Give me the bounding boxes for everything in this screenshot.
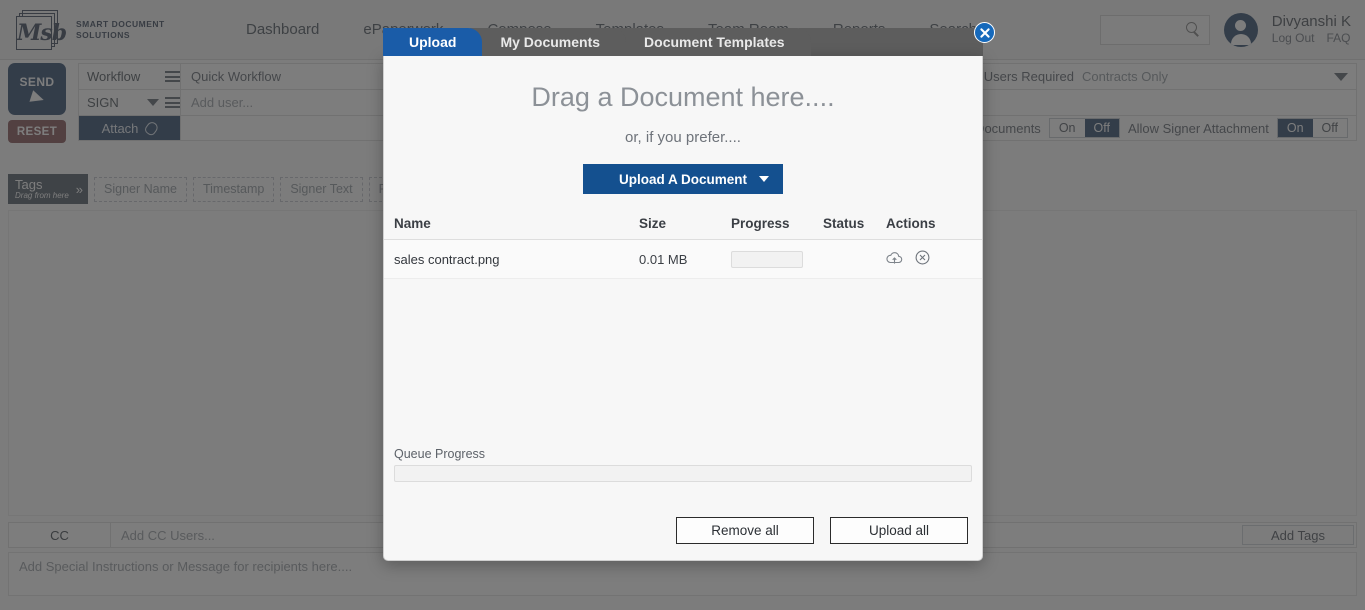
file-progress-bar: [731, 251, 803, 268]
tab-my-documents[interactable]: My Documents: [470, 28, 626, 56]
close-modal-button[interactable]: [974, 22, 995, 43]
file-size: 0.01 MB: [639, 252, 731, 267]
column-size: Size: [639, 216, 731, 231]
column-status: Status: [823, 216, 886, 231]
queue-progress-bar: [394, 465, 972, 482]
cloud-upload-icon[interactable]: [886, 251, 903, 268]
column-progress: Progress: [731, 216, 823, 231]
close-icon: [979, 27, 991, 39]
upload-a-document-label: Upload A Document: [619, 172, 747, 187]
remove-all-button[interactable]: Remove all: [676, 517, 814, 544]
column-actions: Actions: [886, 216, 958, 231]
file-table: Name Size Progress Status Actions sales …: [384, 216, 982, 279]
tab-upload[interactable]: Upload: [383, 28, 482, 56]
modal-actions: Remove all Upload all: [676, 517, 968, 544]
tabs-filler: [799, 28, 983, 56]
drag-drop-title: Drag a Document here....: [384, 56, 982, 113]
cancel-upload-icon[interactable]: [915, 250, 930, 268]
queue-progress-section: Queue Progress: [394, 447, 972, 482]
modal-body: Drag a Document here.... or, if you pref…: [383, 56, 983, 561]
chevron-down-icon[interactable]: [759, 176, 769, 182]
file-actions: [886, 250, 958, 268]
tab-document-templates[interactable]: Document Templates: [614, 28, 811, 56]
upload-modal: Upload My Documents Document Templates D…: [383, 28, 983, 561]
column-name: Name: [394, 216, 639, 231]
app-root: Msb SMART DOCUMENT SOLUTIONS Dashboard e…: [0, 0, 1365, 610]
or-if-you-prefer-text: or, if you prefer....: [384, 129, 982, 146]
upload-a-document-button[interactable]: Upload A Document: [583, 164, 783, 194]
file-table-header: Name Size Progress Status Actions: [384, 216, 982, 240]
queue-progress-label: Queue Progress: [394, 447, 972, 461]
modal-tabs: Upload My Documents Document Templates: [383, 28, 983, 56]
file-name: sales contract.png: [394, 252, 639, 267]
file-progress: [731, 251, 823, 268]
upload-all-button[interactable]: Upload all: [830, 517, 968, 544]
table-row: sales contract.png 0.01 MB: [384, 240, 982, 279]
